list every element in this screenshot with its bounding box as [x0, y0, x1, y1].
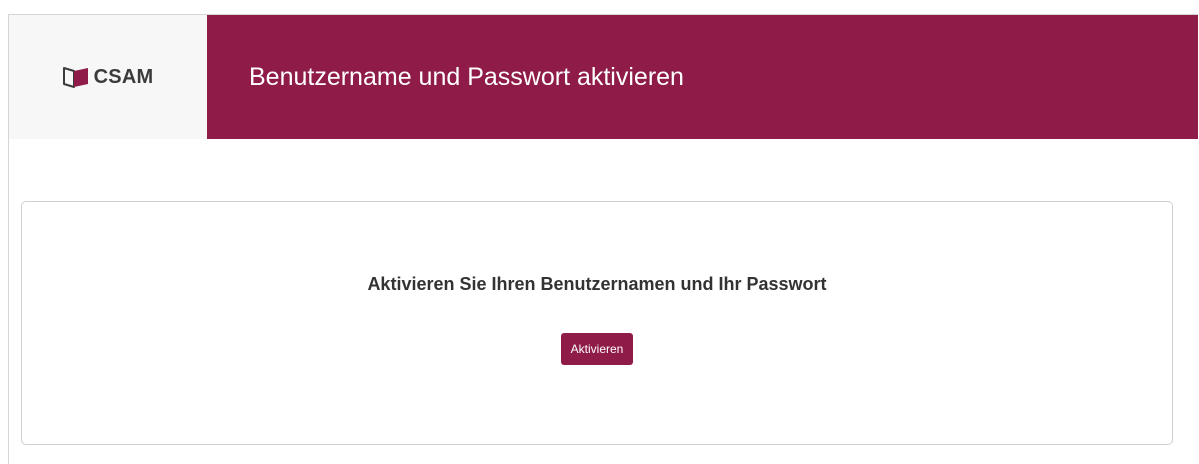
- title-bar: Benutzername und Passwort aktivieren: [207, 15, 1198, 139]
- logo: CSAM: [9, 15, 207, 139]
- header: CSAM Benutzername und Passwort aktiviere…: [9, 15, 1198, 139]
- card-heading: Aktivieren Sie Ihren Benutzernamen und I…: [367, 274, 827, 294]
- door-logo-icon: [62, 67, 88, 88]
- activate-button[interactable]: Aktivieren: [560, 333, 634, 365]
- logo-text: CSAM: [93, 65, 154, 88]
- activation-card: Aktivieren Sie Ihren Benutzernamen und I…: [21, 201, 1173, 445]
- page-frame: CSAM Benutzername und Passwort aktiviere…: [8, 14, 1198, 464]
- page-title: Benutzername und Passwort aktivieren: [249, 62, 684, 91]
